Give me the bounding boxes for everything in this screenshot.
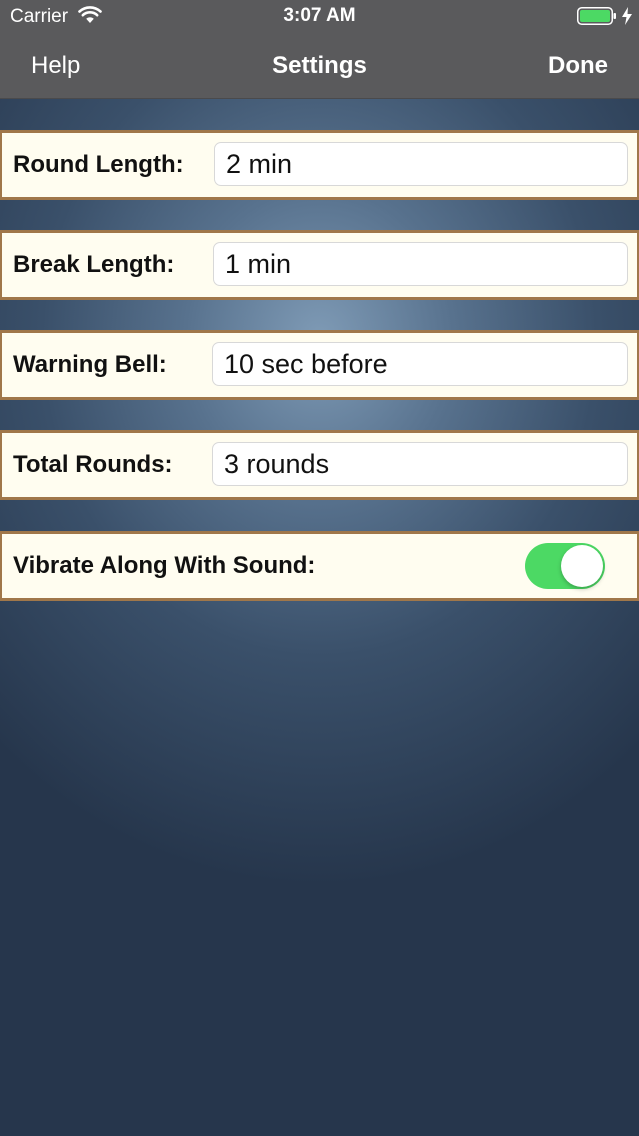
done-button[interactable]: Done [548, 52, 608, 80]
total-rounds-row: Total Rounds: 3 rounds [0, 430, 639, 500]
break-length-label: Break Length: [13, 251, 175, 278]
status-time: 3:07 AM [283, 5, 356, 26]
warning-bell-field[interactable]: 10 sec before [212, 342, 628, 386]
toggle-knob [561, 545, 603, 587]
page-title: Settings [272, 52, 367, 79]
warning-bell-label: Warning Bell: [13, 351, 167, 378]
round-length-field[interactable]: 2 min [214, 142, 628, 186]
vibrate-label: Vibrate Along With Sound: [13, 552, 316, 579]
status-bar: Carrier 3:07 AM [0, 0, 639, 34]
vibrate-row: Vibrate Along With Sound: [0, 531, 639, 601]
break-length-row: Break Length: 1 min [0, 230, 639, 300]
total-rounds-field[interactable]: 3 rounds [212, 442, 628, 486]
round-length-row: Round Length: 2 min [0, 130, 639, 200]
warning-bell-row: Warning Bell: 10 sec before [0, 330, 639, 400]
help-button[interactable]: Help [31, 52, 80, 80]
charging-icon [622, 7, 632, 25]
battery-icon [577, 7, 616, 25]
nav-bar: Help Settings Done [0, 34, 639, 99]
break-length-field[interactable]: 1 min [213, 242, 628, 286]
total-rounds-label: Total Rounds: [13, 451, 173, 478]
round-length-label: Round Length: [13, 151, 184, 178]
vibrate-toggle[interactable] [525, 543, 605, 589]
